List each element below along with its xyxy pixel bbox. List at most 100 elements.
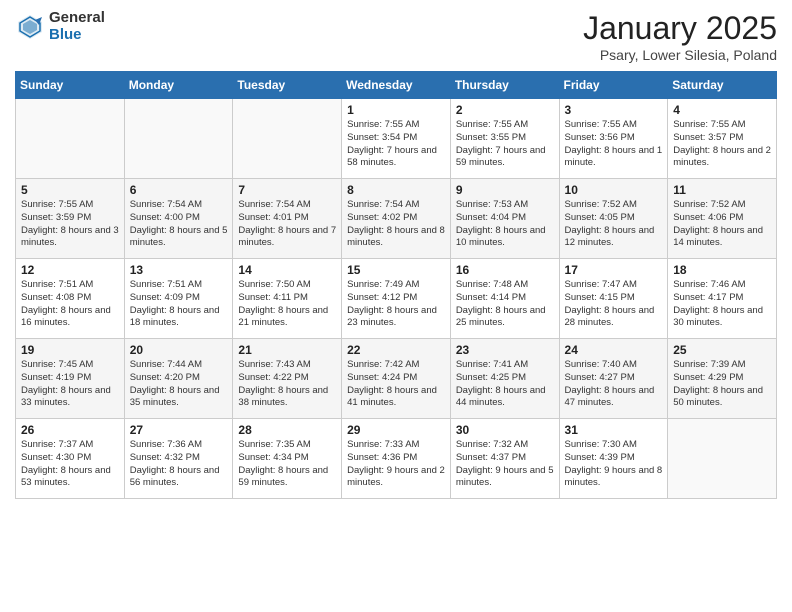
calendar-cell: 9 Sunrise: 7:53 AM Sunset: 4:04 PM Daylig… <box>450 179 559 259</box>
day-info: Sunrise: 7:44 AM Sunset: 4:20 PM Dayligh… <box>130 359 228 410</box>
day-number: 1 <box>347 103 445 117</box>
weekday-header-saturday: Saturday <box>668 72 777 99</box>
calendar-cell <box>124 99 233 179</box>
calendar-cell: 25Sunrise: 7:39 AM Sunset: 4:29 PM Dayli… <box>668 339 777 419</box>
day-number: 4 <box>673 103 771 117</box>
calendar-cell: 13Sunrise: 7:51 AM Sunset: 4:09 PM Dayli… <box>124 259 233 339</box>
day-number: 14 <box>238 263 336 277</box>
weekday-header-sunday: Sunday <box>16 72 125 99</box>
calendar-cell: 11 Sunrise: 7:52 AM Sunset: 4:06 PM Dayli… <box>668 179 777 259</box>
day-info: Sunrise: 7:55 AM Sunset: 3:57 PM Dayligh… <box>673 119 771 170</box>
day-number: 6 <box>130 183 228 197</box>
day-number: 11 <box>673 183 771 197</box>
calendar-cell: 23 Sunrise: 7:41 AM Sunset: 4:25 PM Dayli… <box>450 339 559 419</box>
day-number: 23 <box>456 343 554 357</box>
calendar-cell: 2 Sunrise: 7:55 AM Sunset: 3:55 PM Daylig… <box>450 99 559 179</box>
day-info: Sunrise: 7:36 AM Sunset: 4:32 PM Dayligh… <box>130 439 228 490</box>
calendar-body: 1 Sunrise: 7:55 AM Sunset: 3:54 PM Daylig… <box>16 99 777 499</box>
day-info: Sunrise: 7:54 AM Sunset: 4:01 PM Dayligh… <box>238 199 336 250</box>
calendar-week-row: 1 Sunrise: 7:55 AM Sunset: 3:54 PM Daylig… <box>16 99 777 179</box>
calendar-cell: 10 Sunrise: 7:52 AM Sunset: 4:05 PM Dayli… <box>559 179 668 259</box>
day-number: 21 <box>238 343 336 357</box>
day-number: 24 <box>565 343 663 357</box>
day-info: Sunrise: 7:49 AM Sunset: 4:12 PM Dayligh… <box>347 279 445 330</box>
calendar-cell: 12Sunrise: 7:51 AM Sunset: 4:08 PM Dayli… <box>16 259 125 339</box>
day-info: Sunrise: 7:55 AM Sunset: 3:56 PM Dayligh… <box>565 119 663 170</box>
day-number: 16 <box>456 263 554 277</box>
day-number: 15 <box>347 263 445 277</box>
day-info: Sunrise: 7:54 AM Sunset: 4:00 PM Dayligh… <box>130 199 228 250</box>
calendar-cell: 28 Sunrise: 7:35 AM Sunset: 4:34 PM Dayli… <box>233 419 342 499</box>
calendar-cell: 1 Sunrise: 7:55 AM Sunset: 3:54 PM Daylig… <box>342 99 451 179</box>
calendar-week-row: 26 Sunrise: 7:37 AM Sunset: 4:30 PM Dayli… <box>16 419 777 499</box>
weekday-header-monday: Monday <box>124 72 233 99</box>
month-title: January 2025 <box>583 10 777 47</box>
day-info: Sunrise: 7:50 AM Sunset: 4:11 PM Dayligh… <box>238 279 336 330</box>
day-info: Sunrise: 7:47 AM Sunset: 4:15 PM Dayligh… <box>565 279 663 330</box>
day-info: Sunrise: 7:40 AM Sunset: 4:27 PM Dayligh… <box>565 359 663 410</box>
day-info: Sunrise: 7:55 AM Sunset: 3:55 PM Dayligh… <box>456 119 554 170</box>
calendar-cell: 20 Sunrise: 7:44 AM Sunset: 4:20 PM Dayli… <box>124 339 233 419</box>
calendar-cell <box>668 419 777 499</box>
day-info: Sunrise: 7:42 AM Sunset: 4:24 PM Dayligh… <box>347 359 445 410</box>
calendar-cell: 18Sunrise: 7:46 AM Sunset: 4:17 PM Dayli… <box>668 259 777 339</box>
day-info: Sunrise: 7:45 AM Sunset: 4:19 PM Dayligh… <box>21 359 119 410</box>
day-info: Sunrise: 7:48 AM Sunset: 4:14 PM Dayligh… <box>456 279 554 330</box>
logo-blue-text: Blue <box>49 27 105 44</box>
calendar-header: SundayMondayTuesdayWednesdayThursdayFrid… <box>16 72 777 99</box>
calendar-week-row: 12Sunrise: 7:51 AM Sunset: 4:08 PM Dayli… <box>16 259 777 339</box>
calendar-cell: 26 Sunrise: 7:37 AM Sunset: 4:30 PM Dayli… <box>16 419 125 499</box>
calendar-cell: 24 Sunrise: 7:40 AM Sunset: 4:27 PM Dayli… <box>559 339 668 419</box>
day-number: 10 <box>565 183 663 197</box>
calendar-cell <box>233 99 342 179</box>
day-info: Sunrise: 7:51 AM Sunset: 4:09 PM Dayligh… <box>130 279 228 330</box>
day-info: Sunrise: 7:46 AM Sunset: 4:17 PM Dayligh… <box>673 279 771 330</box>
logo-icon <box>15 12 45 42</box>
page-header: General Blue January 2025 Psary, Lower S… <box>15 10 777 63</box>
calendar-cell: 17 Sunrise: 7:47 AM Sunset: 4:15 PM Dayli… <box>559 259 668 339</box>
day-info: Sunrise: 7:43 AM Sunset: 4:22 PM Dayligh… <box>238 359 336 410</box>
day-info: Sunrise: 7:52 AM Sunset: 4:05 PM Dayligh… <box>565 199 663 250</box>
logo-text: General Blue <box>49 10 105 43</box>
calendar-week-row: 19 Sunrise: 7:45 AM Sunset: 4:19 PM Dayli… <box>16 339 777 419</box>
logo: General Blue <box>15 10 105 43</box>
day-info: Sunrise: 7:37 AM Sunset: 4:30 PM Dayligh… <box>21 439 119 490</box>
day-number: 19 <box>21 343 119 357</box>
calendar-cell: 30Sunrise: 7:32 AM Sunset: 4:37 PM Dayli… <box>450 419 559 499</box>
day-number: 3 <box>565 103 663 117</box>
day-number: 31 <box>565 423 663 437</box>
day-number: 28 <box>238 423 336 437</box>
day-info: Sunrise: 7:55 AM Sunset: 3:54 PM Dayligh… <box>347 119 445 170</box>
day-number: 30 <box>456 423 554 437</box>
day-number: 17 <box>565 263 663 277</box>
day-number: 7 <box>238 183 336 197</box>
calendar-cell: 14 Sunrise: 7:50 AM Sunset: 4:11 PM Dayli… <box>233 259 342 339</box>
day-number: 5 <box>21 183 119 197</box>
day-number: 9 <box>456 183 554 197</box>
day-number: 20 <box>130 343 228 357</box>
calendar-cell: 7 Sunrise: 7:54 AM Sunset: 4:01 PM Daylig… <box>233 179 342 259</box>
day-number: 12 <box>21 263 119 277</box>
day-number: 29 <box>347 423 445 437</box>
calendar-cell: 22Sunrise: 7:42 AM Sunset: 4:24 PM Dayli… <box>342 339 451 419</box>
day-number: 8 <box>347 183 445 197</box>
day-number: 26 <box>21 423 119 437</box>
calendar-cell: 16 Sunrise: 7:48 AM Sunset: 4:14 PM Dayli… <box>450 259 559 339</box>
location-text: Psary, Lower Silesia, Poland <box>583 47 777 63</box>
day-info: Sunrise: 7:35 AM Sunset: 4:34 PM Dayligh… <box>238 439 336 490</box>
weekday-header-friday: Friday <box>559 72 668 99</box>
day-number: 2 <box>456 103 554 117</box>
calendar-cell: 27 Sunrise: 7:36 AM Sunset: 4:32 PM Dayli… <box>124 419 233 499</box>
calendar-cell: 21 Sunrise: 7:43 AM Sunset: 4:22 PM Dayli… <box>233 339 342 419</box>
weekday-header-tuesday: Tuesday <box>233 72 342 99</box>
day-info: Sunrise: 7:52 AM Sunset: 4:06 PM Dayligh… <box>673 199 771 250</box>
day-info: Sunrise: 7:53 AM Sunset: 4:04 PM Dayligh… <box>456 199 554 250</box>
day-info: Sunrise: 7:54 AM Sunset: 4:02 PM Dayligh… <box>347 199 445 250</box>
day-info: Sunrise: 7:41 AM Sunset: 4:25 PM Dayligh… <box>456 359 554 410</box>
calendar-cell: 5 Sunrise: 7:55 AM Sunset: 3:59 PM Daylig… <box>16 179 125 259</box>
logo-general-text: General <box>49 10 105 27</box>
day-info: Sunrise: 7:33 AM Sunset: 4:36 PM Dayligh… <box>347 439 445 490</box>
day-number: 27 <box>130 423 228 437</box>
day-info: Sunrise: 7:55 AM Sunset: 3:59 PM Dayligh… <box>21 199 119 250</box>
day-info: Sunrise: 7:39 AM Sunset: 4:29 PM Dayligh… <box>673 359 771 410</box>
